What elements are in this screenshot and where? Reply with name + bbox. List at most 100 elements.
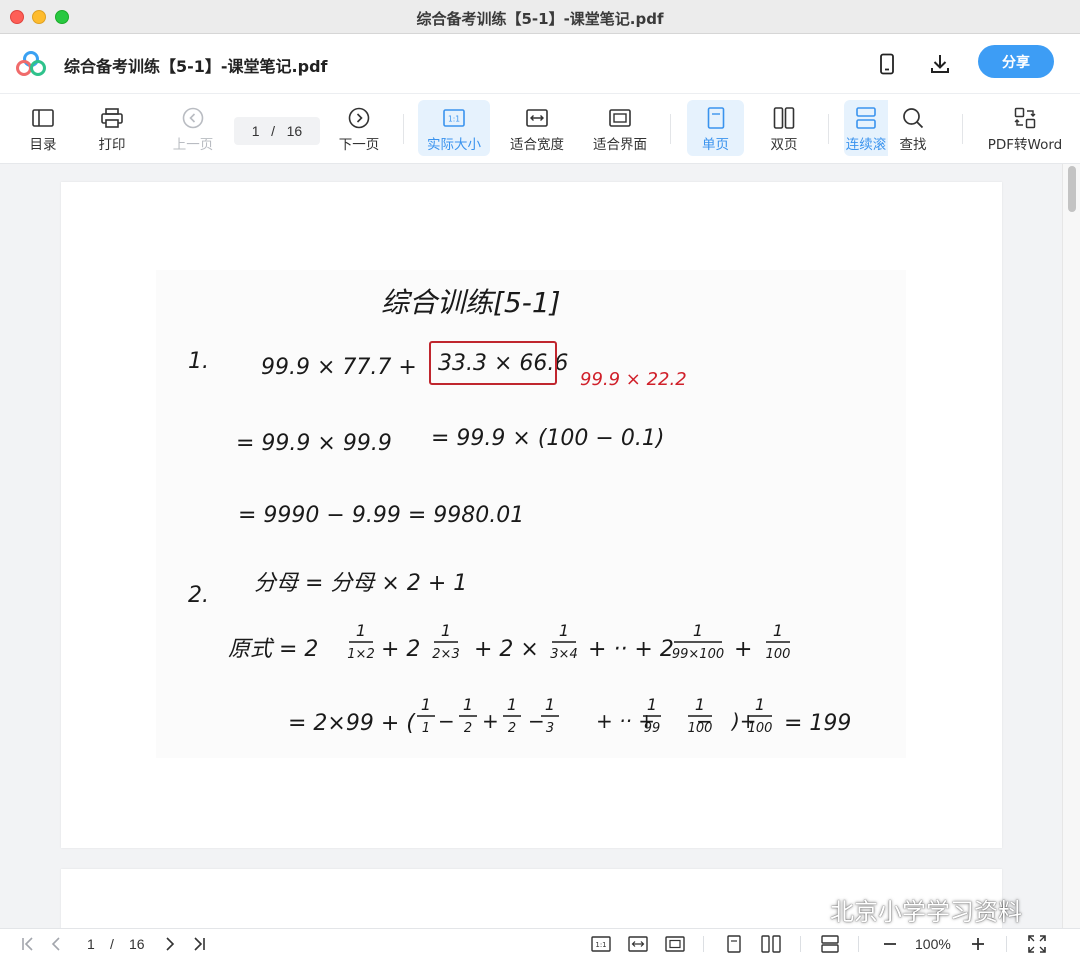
double-page-small-icon[interactable] bbox=[761, 934, 781, 954]
q1-line2b: = 99.9 × (100 − 0.1) bbox=[431, 426, 664, 451]
convert-icon bbox=[1014, 106, 1036, 130]
fraction-numerator: 1 bbox=[356, 621, 366, 640]
svg-text:+ ·· +: + ·· + bbox=[596, 709, 655, 733]
single-page-small-icon[interactable] bbox=[724, 934, 744, 954]
actual-size-small-icon[interactable]: 1:1 bbox=[590, 934, 612, 954]
bottom-total-pages: 16 bbox=[129, 936, 145, 952]
q2-line1-plus2x: + 2 × bbox=[474, 637, 539, 662]
chevron-right-circle-icon bbox=[348, 106, 370, 130]
fullscreen-icon[interactable] bbox=[1027, 934, 1047, 954]
status-divider bbox=[858, 936, 859, 952]
prev-page-label: 上一页 bbox=[172, 137, 214, 153]
phone-icon[interactable] bbox=[873, 50, 901, 78]
prev-page-icon[interactable] bbox=[46, 934, 66, 954]
svg-text:−: − bbox=[528, 709, 545, 733]
fit-width-icon bbox=[526, 106, 548, 130]
q1-red-annotation: 99.9 × 22.2 bbox=[580, 369, 687, 390]
fraction-denominator: 2 bbox=[464, 721, 472, 736]
fraction-denominator: 1 bbox=[422, 721, 430, 736]
status-divider bbox=[800, 936, 801, 952]
fraction-numerator: 1 bbox=[463, 695, 473, 714]
zoom-in-icon[interactable] bbox=[968, 934, 988, 954]
toolbar-divider bbox=[828, 114, 829, 144]
single-page-icon bbox=[707, 106, 725, 130]
fit-window-icon bbox=[609, 106, 631, 130]
next-page-icon[interactable] bbox=[160, 934, 180, 954]
document-viewport[interactable]: 综合训练[5-1] 1. 99.9 × 77.7 + 33.3 × 66.6 9… bbox=[0, 164, 1080, 928]
fraction-denominator: 2×3 bbox=[432, 647, 459, 662]
fit-window-button[interactable]: 适合界面 bbox=[587, 100, 653, 156]
bottom-current-page[interactable]: 1 bbox=[87, 936, 95, 952]
last-page-icon[interactable] bbox=[189, 934, 209, 954]
fraction-f3: 13×4 bbox=[550, 621, 577, 662]
fit-width-small-icon[interactable] bbox=[627, 934, 649, 954]
pdf-page-1: 综合训练[5-1] 1. 99.9 × 77.7 + 33.3 × 66.6 9… bbox=[61, 182, 1002, 848]
app-header: 综合备考训练【5-1】-课堂笔记.pdf 分享 bbox=[0, 34, 1080, 94]
download-icon[interactable] bbox=[926, 50, 954, 78]
share-button[interactable]: 分享 bbox=[978, 45, 1054, 78]
svg-text:1:1: 1:1 bbox=[595, 941, 606, 949]
fit-window-small-icon[interactable] bbox=[664, 934, 686, 954]
zoom-level[interactable]: 100% bbox=[915, 936, 951, 952]
fraction-f2: 12×3 bbox=[432, 621, 459, 662]
fraction-numerator: 1 bbox=[773, 621, 783, 640]
actual-size-button[interactable]: 1:1 实际大小 bbox=[418, 100, 490, 156]
fraction-f4: 1 99×100 bbox=[672, 621, 724, 662]
fraction-numerator: 1 bbox=[441, 621, 451, 640]
q2-line1-plus2: + 2 bbox=[381, 637, 420, 662]
q2-line1-ellipsis: + ·· + 2 bbox=[588, 637, 674, 662]
bottom-page-separator: / bbox=[110, 936, 114, 952]
vertical-scrollbar[interactable] bbox=[1062, 164, 1080, 928]
toolbar-divider bbox=[670, 114, 671, 144]
q1-number: 1. bbox=[188, 349, 209, 374]
continuous-scroll-small-icon[interactable] bbox=[820, 934, 840, 954]
single-page-button[interactable]: 单页 bbox=[687, 100, 744, 156]
svg-text:−: − bbox=[696, 709, 713, 733]
scrollbar-thumb[interactable] bbox=[1068, 166, 1076, 212]
fit-width-label: 适合宽度 bbox=[510, 137, 564, 153]
next-page-button[interactable]: 下一页 bbox=[330, 100, 388, 156]
notes-title: 综合训练[5-1] bbox=[381, 286, 561, 319]
double-page-button[interactable]: 双页 bbox=[758, 100, 810, 156]
baidu-netdisk-logo-icon bbox=[16, 51, 46, 77]
wechat-icon bbox=[791, 896, 823, 921]
q2-line2-end: = 199 bbox=[784, 711, 851, 736]
continuous-scroll-icon bbox=[855, 106, 877, 130]
printer-icon bbox=[101, 106, 123, 130]
toc-button[interactable]: 目录 bbox=[20, 100, 66, 156]
single-page-label: 单页 bbox=[702, 137, 729, 153]
toc-label: 目录 bbox=[29, 137, 57, 153]
print-label: 打印 bbox=[98, 137, 126, 153]
handwritten-notes: 综合训练[5-1] 1. 99.9 × 77.7 + 33.3 × 66.6 9… bbox=[156, 270, 906, 758]
svg-text:1:1: 1:1 bbox=[448, 115, 460, 124]
status-divider bbox=[703, 936, 704, 952]
q2-line1-lhs: 原式 = 2 bbox=[228, 637, 318, 662]
prev-page-button[interactable]: 上一页 bbox=[164, 100, 222, 156]
double-page-icon bbox=[773, 106, 795, 130]
fraction-f5: 1100 bbox=[766, 621, 791, 662]
print-button[interactable]: 打印 bbox=[89, 100, 135, 156]
fraction-denominator: 3×4 bbox=[550, 647, 577, 662]
next-page-label: 下一页 bbox=[338, 137, 380, 153]
zoom-out-icon[interactable] bbox=[880, 934, 900, 954]
first-page-icon[interactable] bbox=[18, 934, 38, 954]
window-title: 综合备考训练【5-1】-课堂笔记.pdf bbox=[416, 10, 664, 28]
continuous-scroll-label: 连续滚 bbox=[845, 137, 887, 153]
fit-width-button[interactable]: 适合宽度 bbox=[504, 100, 570, 156]
continuous-scroll-button[interactable]: 连续滚 bbox=[844, 100, 888, 156]
fraction-numerator: 1 bbox=[421, 695, 431, 714]
fraction-g3: 12 bbox=[503, 695, 521, 736]
pdf-to-word-button[interactable]: PDF转Word bbox=[982, 100, 1068, 156]
search-icon bbox=[902, 106, 924, 130]
svg-text:+: + bbox=[482, 709, 499, 733]
page-number-input[interactable]: 1 / 16 bbox=[234, 117, 320, 145]
fraction-denominator: 3 bbox=[546, 721, 554, 736]
fraction-numerator: 1 bbox=[507, 695, 517, 714]
find-label: 查找 bbox=[899, 137, 927, 153]
find-button[interactable]: 查找 bbox=[888, 100, 938, 156]
total-pages: 16 bbox=[286, 123, 303, 139]
fraction-denominator: 2 bbox=[508, 721, 516, 736]
svg-text:−: − bbox=[438, 709, 455, 733]
fraction-denominator: 1×2 bbox=[347, 647, 374, 662]
toolbar-divider bbox=[403, 114, 404, 144]
